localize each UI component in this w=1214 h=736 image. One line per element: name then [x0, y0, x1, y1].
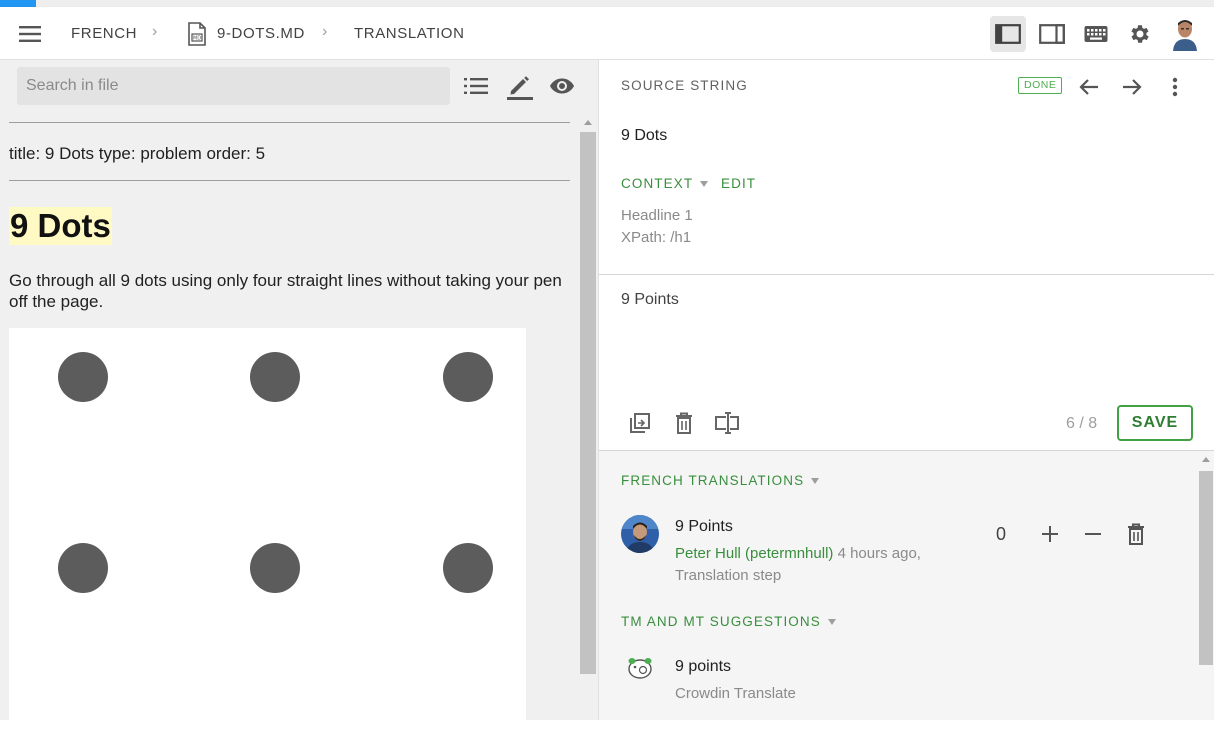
scroll-up-arrow[interactable] — [584, 120, 592, 125]
split-segment-icon[interactable] — [712, 408, 742, 438]
breadcrumb-file[interactable]: 9-DOTS.MD — [217, 25, 305, 42]
context-label: CONTEXT — [621, 176, 694, 191]
breadcrumb-separator: › — [152, 23, 158, 40]
caret-down-icon — [811, 478, 820, 485]
vote-count: 0 — [996, 524, 1007, 544]
dot — [443, 352, 493, 402]
document-paragraph[interactable]: Go through all 9 dots using only four st… — [9, 270, 569, 312]
dot — [250, 352, 300, 402]
top-bar: FRENCH › MD 9-DOTS.MD › TRANSLATION — [0, 7, 1214, 60]
progress-fill — [0, 0, 37, 7]
tm-suggestions-toggle[interactable]: TM AND MT SUGGESTIONS — [621, 614, 836, 629]
front-matter-text: title: 9 Dots type: problem order: 5 — [9, 144, 266, 163]
crowdin-translate-icon — [626, 656, 654, 680]
menu-icon[interactable] — [16, 22, 44, 46]
tm-suggestion-text[interactable]: 9 points — [675, 658, 731, 676]
vote-down-icon[interactable] — [1078, 519, 1108, 549]
tm-suggestions-label: TM AND MT SUGGESTIONS — [621, 614, 821, 629]
eye-icon[interactable] — [548, 72, 576, 100]
suggestions-panel: FRENCH TRANSLATIONS 9 Points Peter Hull … — [599, 451, 1214, 720]
translation-entry-text[interactable]: 9 Points — [675, 518, 733, 536]
context-text: Headline 1 XPath: /h1 — [621, 205, 693, 249]
dot — [250, 543, 300, 593]
string-counter: 6 / 8 — [1066, 415, 1098, 432]
translator-avatar — [621, 515, 659, 553]
document-preview-pane: title: 9 Dots type: problem order: 5 9 D… — [0, 60, 598, 720]
status-badge: DONE — [1018, 77, 1063, 94]
delete-translation-icon[interactable] — [1121, 519, 1151, 549]
author-link[interactable]: Peter Hull (petermnhull) — [675, 545, 833, 562]
context-line: Headline 1 — [621, 207, 693, 224]
arrow-left-icon[interactable] — [1074, 72, 1104, 102]
delete-icon[interactable] — [669, 408, 699, 438]
translation-time: 4 hours ago, — [833, 545, 921, 562]
scroll-up-arrow[interactable] — [1202, 457, 1210, 462]
context-toggle[interactable]: CONTEXT — [621, 176, 709, 191]
breadcrumb-separator: › — [322, 23, 328, 40]
document-heading[interactable]: 9 Dots — [9, 207, 112, 245]
more-vert-icon[interactable] — [1160, 72, 1190, 102]
caret-down-icon — [700, 181, 709, 188]
french-translations-label: FRENCH TRANSLATIONS — [621, 473, 805, 488]
dot — [58, 352, 108, 402]
context-line: XPath: /h1 — [621, 229, 692, 246]
keyboard-icon[interactable] — [1078, 16, 1114, 52]
pencil-icon[interactable] — [506, 72, 534, 100]
horizontal-rule — [9, 180, 570, 181]
gear-icon[interactable] — [1122, 16, 1158, 52]
tm-suggestion-source: Crowdin Translate — [675, 685, 796, 702]
scroll-thumb[interactable] — [1199, 471, 1213, 665]
french-translations-toggle[interactable]: FRENCH TRANSLATIONS — [621, 473, 820, 488]
source-string-label: SOURCE STRING — [621, 78, 748, 93]
user-avatar[interactable] — [1170, 17, 1200, 51]
arrow-right-icon[interactable] — [1117, 72, 1147, 102]
sidebar-right-icon[interactable] — [1034, 16, 1070, 52]
list-icon[interactable] — [462, 72, 490, 100]
dot — [58, 543, 108, 593]
nine-dots-image — [9, 328, 526, 720]
vote-up-icon[interactable] — [1035, 519, 1065, 549]
breadcrumb-section[interactable]: TRANSLATION — [354, 25, 465, 42]
editor-pane: SOURCE STRING DONE 9 Dots CONTEXT EDIT H… — [598, 60, 1214, 720]
scroll-thumb[interactable] — [580, 132, 596, 674]
edit-context-link[interactable]: EDIT — [721, 176, 756, 191]
copy-source-icon[interactable] — [625, 408, 655, 438]
search-input[interactable] — [17, 67, 450, 105]
preview-scrollbar[interactable] — [580, 120, 596, 736]
translation-input[interactable]: 9 Points — [621, 291, 679, 309]
file-icon: MD — [187, 22, 207, 46]
dot — [443, 543, 493, 593]
sidebar-left-icon[interactable] — [990, 16, 1026, 52]
caret-down-icon — [827, 619, 836, 626]
progress-bar — [0, 0, 1214, 7]
source-text: 9 Dots — [621, 127, 668, 144]
divider — [599, 274, 1214, 275]
svg-text:MD: MD — [193, 36, 201, 42]
translation-step: Translation step — [675, 567, 782, 584]
breadcrumb-project[interactable]: FRENCH — [71, 25, 137, 42]
translation-entry-meta: Peter Hull (petermnhull) 4 hours ago, Tr… — [675, 543, 955, 587]
save-button[interactable]: SAVE — [1117, 405, 1193, 441]
suggestions-scrollbar[interactable] — [1199, 451, 1214, 720]
horizontal-rule — [9, 122, 570, 123]
